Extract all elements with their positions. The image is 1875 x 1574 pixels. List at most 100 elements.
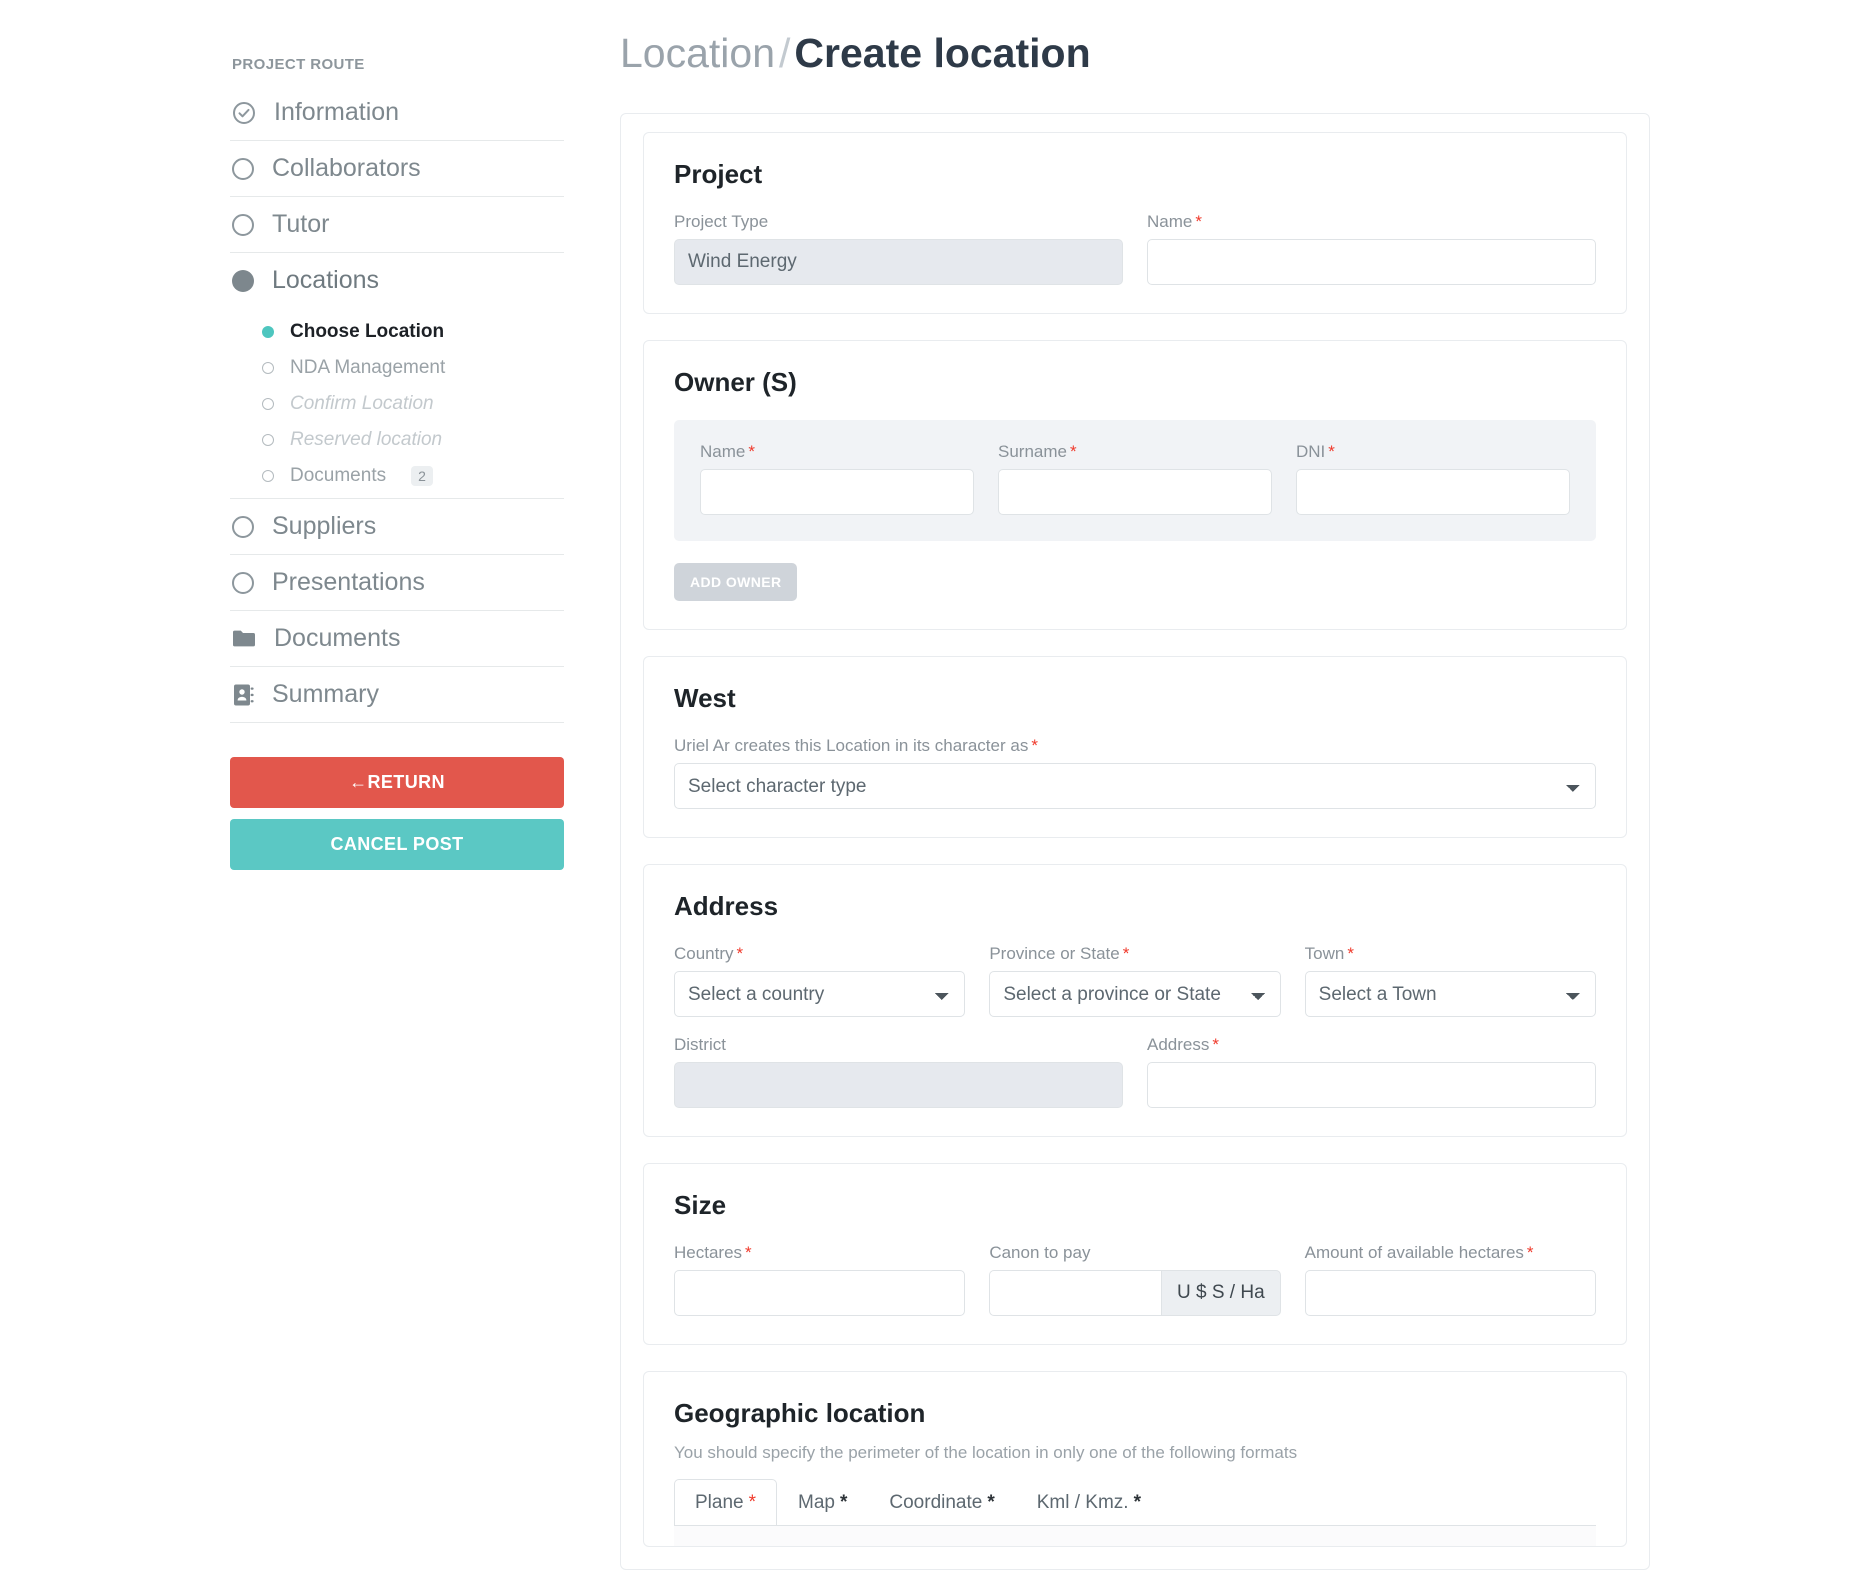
sidebar-item-presentations[interactable]: Presentations <box>230 555 564 611</box>
circle-outline-icon <box>232 157 254 180</box>
town-label: Town * <box>1304 944 1354 963</box>
size-card-title: Size <box>674 1190 727 1220</box>
sidebar-item-label: Documents <box>274 624 401 652</box>
add-owner-button[interactable]: ADD OWNER <box>674 563 798 601</box>
circle-outline-small-icon <box>262 434 274 446</box>
required-marker: * <box>1328 442 1335 461</box>
available-hectares-label: Amount of available hectares * <box>1304 1243 1534 1262</box>
country-select[interactable]: Select a country <box>674 971 966 1017</box>
character-type-select[interactable]: Select character type <box>674 763 1596 809</box>
return-button[interactable]: ←RETURN <box>230 757 564 808</box>
hectares-input[interactable] <box>674 1270 966 1316</box>
sidebar-subitem-nda-management[interactable]: NDA Management <box>230 350 564 386</box>
required-marker: * <box>1195 212 1202 231</box>
geographic-location-card: Geographic location You should specify t… <box>643 1371 1627 1547</box>
town-field: Town * Select a Town <box>1304 944 1596 1017</box>
district-field: District <box>674 1035 1123 1108</box>
character-type-field: Uriel Ar creates this Location in its ch… <box>674 736 1596 809</box>
canon-field: Canon to pay U $ S / Ha <box>989 1243 1281 1316</box>
sidebar-item-suppliers[interactable]: Suppliers <box>230 499 564 555</box>
owner-dni-input[interactable] <box>1296 469 1570 515</box>
required-marker: * <box>748 442 755 461</box>
breadcrumb-parent[interactable]: Location <box>620 30 775 76</box>
town-select[interactable]: Select a Town <box>1304 971 1596 1017</box>
circle-outline-small-icon <box>262 398 274 410</box>
owner-surname-label: Surname * <box>998 442 1077 461</box>
canon-label: Canon to pay <box>989 1243 1091 1262</box>
west-card: West Uriel Ar creates this Location in i… <box>643 656 1627 838</box>
tab-map[interactable]: Map * <box>777 1479 868 1525</box>
sidebar-subitem-choose-location[interactable]: Choose Location <box>230 314 564 350</box>
hectares-field: Hectares * <box>674 1243 966 1316</box>
character-type-label: Uriel Ar creates this Location in its ch… <box>674 736 1038 755</box>
size-card: Size Hectares* Canon to pay U $ S / Ha <box>643 1163 1627 1345</box>
owner-dni-field: DNI * <box>1296 442 1570 515</box>
circle-outline-icon <box>232 515 254 538</box>
tab-plane-label: Plane <box>695 1492 744 1513</box>
geographic-format-tabs: Plane * Map * Coordinate * Kml / Kmz. * <box>674 1479 1596 1525</box>
tab-coordinate-label: Coordinate <box>889 1492 983 1513</box>
documents-count-badge: 2 <box>411 466 433 486</box>
project-name-field: Name * <box>1147 212 1596 285</box>
breadcrumb-separator: / <box>779 30 791 76</box>
sidebar-item-summary[interactable]: Summary <box>230 667 564 723</box>
owner-name-input[interactable] <box>700 469 974 515</box>
west-card-title: West <box>674 683 736 713</box>
sidebar-subitem-documents[interactable]: Documents 2 <box>230 458 564 494</box>
sidebar-subitem-label: NDA Management <box>290 357 446 378</box>
province-field: Province or State * Select a province or … <box>989 944 1281 1017</box>
tab-map-label: Map <box>798 1492 835 1513</box>
sidebar-item-tutor[interactable]: Tutor <box>230 197 564 253</box>
cancel-post-button[interactable]: CANCEL POST <box>230 819 564 870</box>
arrow-left-icon: ← <box>349 772 368 792</box>
district-label: District <box>674 1035 726 1054</box>
owner-surname-input[interactable] <box>998 469 1272 515</box>
sidebar-subitem-reserved-location[interactable]: Reserved location <box>230 422 564 458</box>
sidebar-subitem-confirm-location[interactable]: Confirm Location <box>230 386 564 422</box>
sidebar-item-information[interactable]: Information <box>230 85 564 141</box>
project-route-sidebar: PROJECT ROUTE Information Collaborators … <box>230 56 564 870</box>
available-hectares-input[interactable] <box>1304 1270 1596 1316</box>
circle-outline-icon <box>232 571 254 594</box>
breadcrumb-current: Create location <box>794 30 1091 76</box>
project-type-input <box>674 239 1123 285</box>
required-marker: * <box>987 1492 995 1513</box>
sidebar-item-label: Locations <box>272 266 380 294</box>
geographic-card-title: Geographic location <box>674 1398 926 1428</box>
canon-input[interactable] <box>989 1270 1161 1316</box>
project-name-input[interactable] <box>1147 239 1596 285</box>
district-input <box>674 1062 1123 1108</box>
province-label: Province or State * <box>989 944 1130 963</box>
form-container: Project Project Type Name* Owner (S) <box>620 113 1650 1570</box>
province-select[interactable]: Select a province or State <box>989 971 1281 1017</box>
sidebar-item-label: Collaborators <box>272 154 421 182</box>
project-card-title: Project <box>674 159 763 189</box>
owner-fields-row: Name * Surname * DNI * <box>700 442 1570 515</box>
address-input[interactable] <box>1147 1062 1596 1108</box>
sidebar-subitem-label: Choose Location <box>290 321 445 342</box>
sidebar-item-label: Summary <box>272 680 379 708</box>
project-fields-row: Project Type Name* <box>674 212 1596 285</box>
main-content: Location/Create location Project Project… <box>620 30 1650 1570</box>
owner-card: Owner (S) Name * Surname * DNI * ADD OWN… <box>643 340 1627 630</box>
address-card-title: Address <box>674 891 779 921</box>
create-location-page: PROJECT ROUTE Information Collaborators … <box>0 0 1875 1574</box>
project-type-label: Project Type <box>674 212 769 231</box>
size-fields-row: Hectares * Canon to pay U $ S / Ha Amount… <box>674 1243 1596 1316</box>
canon-input-group: U $ S / Ha <box>989 1270 1281 1316</box>
sidebar-item-label: Information <box>274 98 400 126</box>
sidebar-item-locations[interactable]: Locations <box>230 253 564 308</box>
tab-kml-kmz[interactable]: Kml / Kmz. * <box>1016 1479 1162 1525</box>
sidebar-item-collaborators[interactable]: Collaborators <box>230 141 564 197</box>
required-marker: * <box>1031 736 1038 755</box>
tab-plane[interactable]: Plane * <box>674 1479 778 1525</box>
return-button-label: RETURN <box>367 772 445 792</box>
address-label: Address * <box>1147 1035 1219 1054</box>
circle-outline-icon <box>232 213 254 236</box>
folder-icon <box>233 630 255 647</box>
owner-name-label: Name * <box>700 442 755 461</box>
sidebar-item-documents[interactable]: Documents <box>230 611 564 667</box>
required-marker: * <box>748 1492 757 1513</box>
hectares-label: Hectares * <box>674 1243 752 1262</box>
tab-coordinate[interactable]: Coordinate * <box>868 1479 1015 1525</box>
